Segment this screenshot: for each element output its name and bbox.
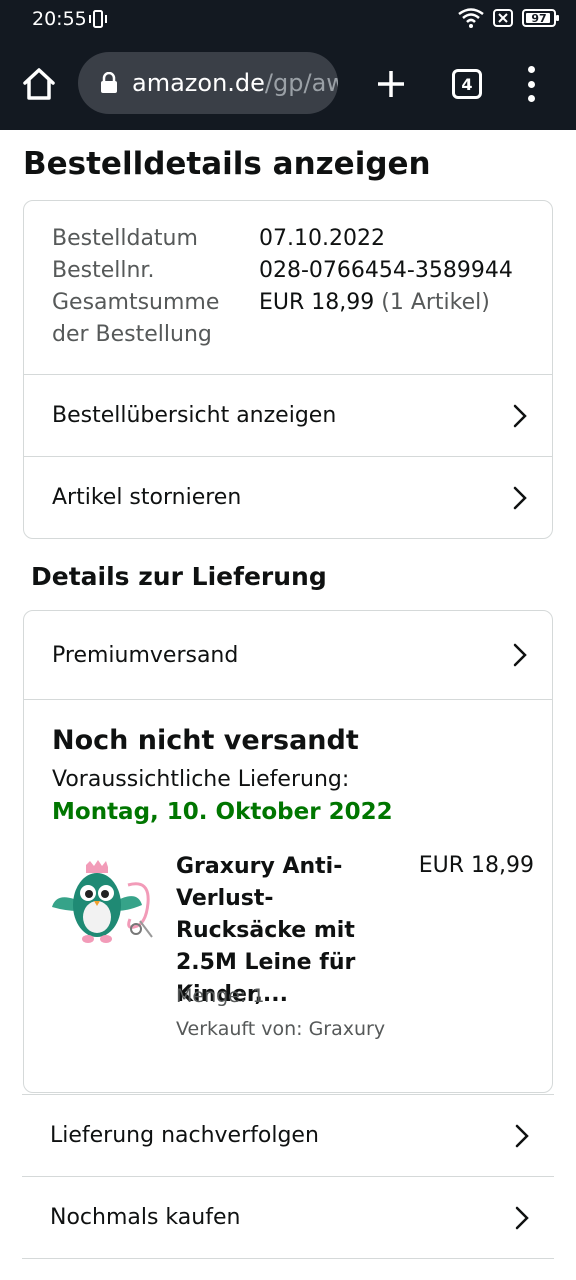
status-bar: 20:55 97 bbox=[0, 0, 576, 38]
order-total-label-line2: der Bestellung bbox=[52, 322, 212, 347]
battery-level: 97 bbox=[531, 11, 547, 25]
delivery-card: Premiumversand Noch nicht versandt Vorau… bbox=[23, 610, 553, 1093]
chevron-right-icon bbox=[513, 643, 527, 667]
order-info: Bestelldatum 07.10.2022 Bestellnr. 028-0… bbox=[52, 223, 513, 351]
order-number-label: Bestellnr. bbox=[52, 258, 155, 283]
order-number-row: Bestellnr. 028-0766454-3589944 bbox=[52, 255, 513, 287]
order-date-row: Bestelldatum 07.10.2022 bbox=[52, 223, 513, 255]
url-host: amazon.de bbox=[132, 69, 265, 97]
cancel-items-label: Artikel stornieren bbox=[52, 485, 242, 510]
no-sim-icon bbox=[493, 9, 513, 27]
chevron-right-icon bbox=[513, 486, 527, 509]
shipping-method-label: Premiumversand bbox=[52, 642, 239, 668]
tab-count: 4 bbox=[461, 74, 473, 94]
shipping-method-link[interactable]: Premiumversand bbox=[24, 611, 552, 700]
expected-delivery-date: Montag, 10. Oktober 2022 bbox=[52, 799, 393, 825]
order-total-row: Gesamtsumme der Bestellung EUR 18,99 (1 A… bbox=[52, 287, 513, 351]
expected-delivery-label: Voraussichtliche Lieferung: bbox=[52, 767, 350, 792]
order-number-value: 028-0766454-3589944 bbox=[259, 258, 513, 283]
battery-icon: 97 bbox=[522, 9, 559, 27]
chevron-right-icon bbox=[515, 1124, 529, 1147]
order-total-label: Gesamtsumme der Bestellung bbox=[52, 287, 259, 351]
delivery-section-title: Details zur Lieferung bbox=[31, 562, 327, 591]
product-quantity: Menge: 1 bbox=[176, 985, 265, 1007]
shipment-status: Noch nicht versandt bbox=[52, 725, 359, 756]
url-path: /gp/aw bbox=[264, 69, 338, 97]
cancel-items-link[interactable]: Artikel stornieren bbox=[24, 456, 552, 538]
new-tab-icon[interactable] bbox=[372, 65, 410, 103]
wifi-icon bbox=[458, 8, 484, 28]
chevron-right-icon bbox=[515, 1206, 529, 1229]
buy-again-link[interactable]: Nochmals kaufen bbox=[22, 1176, 554, 1258]
order-total-label-line1: Gesamtsumme bbox=[52, 290, 220, 315]
browser-toolbar: amazon.de/gp/aw 4 bbox=[0, 38, 576, 130]
order-total-amount: EUR 18,99 bbox=[259, 290, 375, 315]
page-title: Bestelldetails anzeigen bbox=[23, 146, 431, 182]
vibrate-icon bbox=[89, 10, 107, 28]
home-icon[interactable] bbox=[20, 65, 58, 103]
chevron-right-icon bbox=[513, 404, 527, 427]
order-overview-link[interactable]: Bestellübersicht anzeigen bbox=[24, 374, 552, 456]
url-bar[interactable]: amazon.de/gp/aw bbox=[78, 52, 338, 114]
product-price: EUR 18,99 bbox=[418, 853, 534, 878]
product-image[interactable] bbox=[52, 859, 156, 949]
order-total-value: EUR 18,99 (1 Artikel) bbox=[259, 287, 490, 351]
overflow-menu-icon[interactable] bbox=[520, 66, 542, 102]
order-summary-card: Bestelldatum 07.10.2022 Bestellnr. 028-0… bbox=[23, 200, 553, 539]
status-time: 20:55 bbox=[32, 8, 87, 30]
product-seller: Verkauft von: Graxury bbox=[176, 1018, 386, 1040]
tab-switcher-button[interactable]: 4 bbox=[452, 69, 482, 99]
track-delivery-label: Lieferung nachverfolgen bbox=[50, 1123, 319, 1148]
url-text: amazon.de/gp/aw bbox=[132, 69, 338, 97]
buy-again-label: Nochmals kaufen bbox=[50, 1205, 241, 1230]
order-total-items: (1 Artikel) bbox=[381, 290, 490, 315]
status-icons: 97 bbox=[458, 8, 559, 28]
order-date-label: Bestelldatum bbox=[52, 226, 198, 251]
divider bbox=[22, 1258, 554, 1259]
track-delivery-link[interactable]: Lieferung nachverfolgen bbox=[22, 1094, 554, 1176]
lock-icon bbox=[101, 72, 117, 93]
order-date-value: 07.10.2022 bbox=[259, 226, 385, 251]
order-overview-label: Bestellübersicht anzeigen bbox=[52, 403, 337, 428]
